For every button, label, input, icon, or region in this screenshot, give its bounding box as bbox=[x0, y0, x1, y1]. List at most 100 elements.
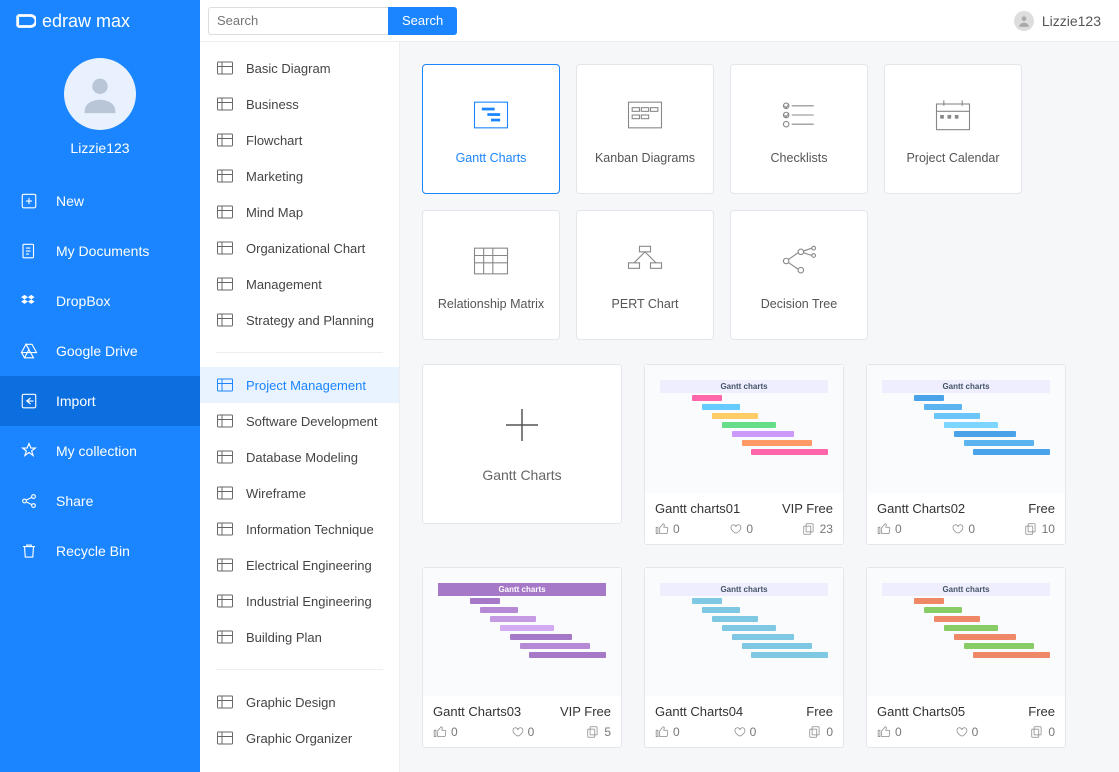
type-label: Relationship Matrix bbox=[438, 297, 544, 311]
category-label: Software Development bbox=[246, 414, 378, 429]
category-icon bbox=[216, 167, 234, 185]
category-item[interactable]: Business bbox=[200, 86, 399, 122]
category-item[interactable]: Marketing bbox=[200, 158, 399, 194]
category-item[interactable]: Industrial Engineering bbox=[200, 583, 399, 619]
heart-icon bbox=[954, 725, 968, 739]
plus-icon bbox=[502, 405, 542, 445]
nav-label: My Documents bbox=[56, 243, 149, 259]
thumbs-up-icon bbox=[877, 522, 891, 536]
likes-stat[interactable]: 0 bbox=[655, 522, 680, 536]
recycle-bin-icon bbox=[20, 542, 38, 560]
category-column: Basic DiagramBusinessFlowchartMarketingM… bbox=[200, 42, 400, 772]
copies-stat[interactable]: 5 bbox=[586, 725, 611, 739]
template-card[interactable]: Gantt charts Gantt charts01 VIP Free 0 0… bbox=[644, 364, 844, 545]
category-item[interactable]: Strategy and Planning bbox=[200, 302, 399, 338]
category-icon bbox=[216, 131, 234, 149]
favs-stat[interactable]: 0 bbox=[950, 522, 975, 536]
category-item[interactable]: Mind Map bbox=[200, 194, 399, 230]
share-icon bbox=[20, 492, 38, 510]
type-card[interactable]: Decision Tree bbox=[730, 210, 868, 340]
thumbs-up-icon bbox=[877, 725, 891, 739]
my-documents-icon bbox=[20, 242, 38, 260]
favs-stat[interactable]: 0 bbox=[954, 725, 979, 739]
favs-stat[interactable]: 0 bbox=[510, 725, 535, 739]
nav-my-collection[interactable]: My collection bbox=[0, 426, 200, 476]
brand-icon bbox=[14, 10, 36, 32]
type-card[interactable]: Kanban Diagrams bbox=[576, 64, 714, 194]
thumbs-up-icon bbox=[433, 725, 447, 739]
category-item[interactable]: Wireframe bbox=[200, 475, 399, 511]
type-card[interactable]: Checklists bbox=[730, 64, 868, 194]
type-card[interactable]: Relationship Matrix bbox=[422, 210, 560, 340]
category-label: Electrical Engineering bbox=[246, 558, 372, 573]
new-template-card[interactable]: Gantt Charts bbox=[422, 364, 622, 524]
category-item[interactable]: Organizational Chart bbox=[200, 230, 399, 266]
template-meta: Gantt Charts03 VIP Free 0 0 5 bbox=[423, 696, 621, 747]
template-thumbnail: Gantt charts bbox=[867, 568, 1065, 696]
copies-stat[interactable]: 0 bbox=[1030, 725, 1055, 739]
copy-icon bbox=[802, 522, 816, 536]
copies-stat[interactable]: 0 bbox=[808, 725, 833, 739]
template-card[interactable]: Gantt charts Gantt Charts03 VIP Free 0 0… bbox=[422, 567, 622, 748]
favs-stat[interactable]: 0 bbox=[732, 725, 757, 739]
template-thumbnail: Gantt charts bbox=[423, 568, 621, 696]
type-card[interactable]: Gantt Charts bbox=[422, 64, 560, 194]
search-input[interactable] bbox=[208, 7, 388, 35]
nav: New My Documents DropBoxGoogle DriveImport… bbox=[0, 176, 200, 576]
category-item[interactable]: Flowchart bbox=[200, 122, 399, 158]
category-icon bbox=[216, 484, 234, 502]
category-icon bbox=[216, 239, 234, 257]
likes-stat[interactable]: 0 bbox=[655, 725, 680, 739]
category-label: Information Technique bbox=[246, 522, 374, 537]
nav-google-drive[interactable]: Google Drive bbox=[0, 326, 200, 376]
main: Search Lizzie123 Basic DiagramBusiness Fl… bbox=[200, 0, 1119, 772]
type-icon bbox=[931, 93, 975, 137]
type-label: Kanban Diagrams bbox=[595, 151, 695, 165]
category-item[interactable]: Software Development bbox=[200, 403, 399, 439]
thumbs-up-icon bbox=[655, 725, 669, 739]
likes-stat[interactable]: 0 bbox=[433, 725, 458, 739]
favs-stat[interactable]: 0 bbox=[728, 522, 753, 536]
category-item[interactable]: Management bbox=[200, 266, 399, 302]
template-card[interactable]: Gantt charts Gantt Charts04 Free 0 0 0 bbox=[644, 567, 844, 748]
type-card[interactable]: Project Calendar bbox=[884, 64, 1022, 194]
thumbs-up-icon bbox=[655, 522, 669, 536]
category-label: Building Plan bbox=[246, 630, 322, 645]
category-icon bbox=[216, 59, 234, 77]
brand-text: edraw max bbox=[42, 11, 130, 32]
category-icon bbox=[216, 628, 234, 646]
copies-stat[interactable]: 10 bbox=[1024, 522, 1055, 536]
template-meta: Gantt charts01 VIP Free 0 0 23 bbox=[645, 493, 843, 544]
category-item[interactable]: Basic Diagram bbox=[200, 50, 399, 86]
type-icon bbox=[623, 239, 667, 283]
nav-import[interactable]: Import bbox=[0, 376, 200, 426]
category-item[interactable]: Electrical Engineering bbox=[200, 547, 399, 583]
search-button[interactable]: Search bbox=[388, 7, 457, 35]
template-card[interactable]: Gantt charts Gantt Charts02 Free 0 0 10 bbox=[866, 364, 1066, 545]
nav-dropbox[interactable]: DropBox bbox=[0, 276, 200, 326]
nav-my-documents[interactable]: My Documents bbox=[0, 226, 200, 276]
likes-stat[interactable]: 0 bbox=[877, 522, 902, 536]
template-card[interactable]: Gantt charts Gantt Charts05 Free 0 0 0 bbox=[866, 567, 1066, 748]
copies-stat[interactable]: 23 bbox=[802, 522, 833, 536]
category-item[interactable]: Graphic Organizer bbox=[200, 720, 399, 756]
category-item[interactable]: Building Plan bbox=[200, 619, 399, 655]
category-item[interactable]: Information Technique bbox=[200, 511, 399, 547]
user-avatar-icon bbox=[1014, 11, 1034, 31]
google-drive-icon bbox=[20, 342, 38, 360]
likes-stat[interactable]: 0 bbox=[877, 725, 902, 739]
template-meta: Gantt Charts05 Free 0 0 0 bbox=[867, 696, 1065, 747]
avatar[interactable] bbox=[64, 58, 136, 130]
nav-new[interactable]: New bbox=[0, 176, 200, 226]
category-icon bbox=[216, 520, 234, 538]
category-item[interactable]: Project Management bbox=[200, 367, 399, 403]
template-name: Gantt Charts03 bbox=[433, 704, 521, 719]
top-user[interactable]: Lizzie123 bbox=[1014, 11, 1111, 31]
type-card[interactable]: PERT Chart bbox=[576, 210, 714, 340]
category-item[interactable]: Database Modeling bbox=[200, 439, 399, 475]
nav-recycle-bin[interactable]: Recycle Bin bbox=[0, 526, 200, 576]
nav-share[interactable]: Share bbox=[0, 476, 200, 526]
template-badge: Free bbox=[1028, 704, 1055, 719]
category-label: Flowchart bbox=[246, 133, 302, 148]
category-item[interactable]: Graphic Design bbox=[200, 684, 399, 720]
